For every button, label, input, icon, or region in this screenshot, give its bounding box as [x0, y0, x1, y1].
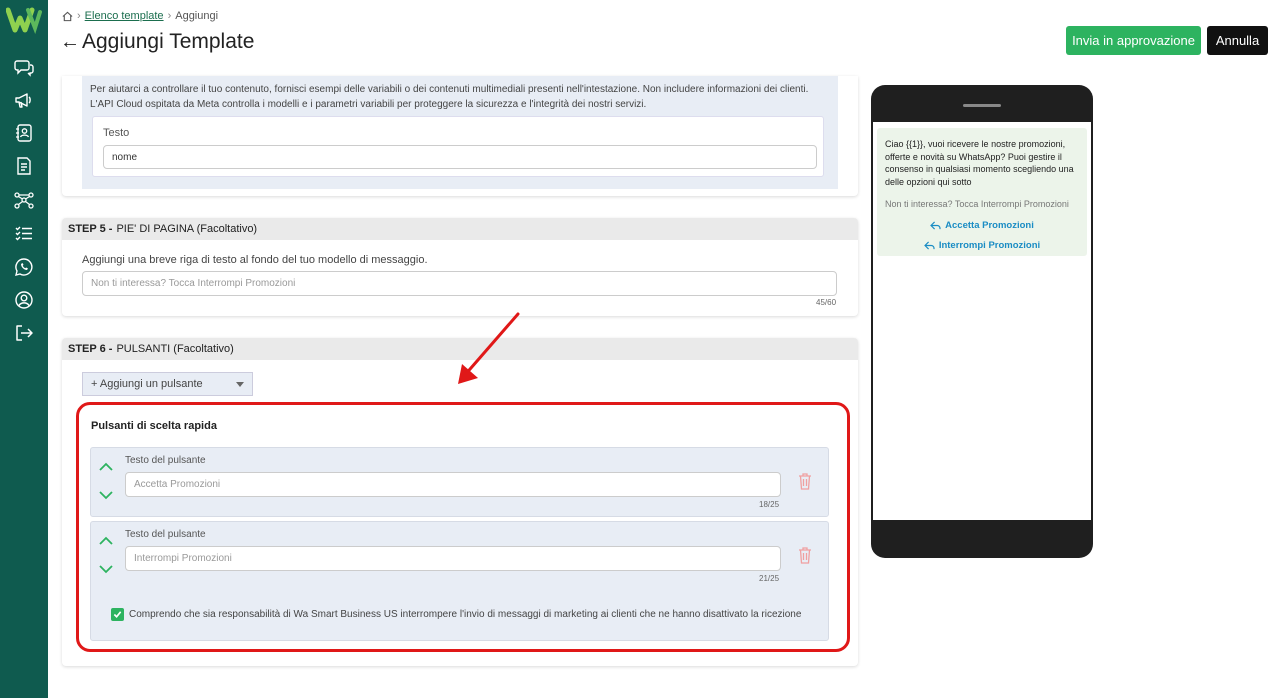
button-text-label: Testo del pulsante: [125, 529, 206, 540]
checklist-icon[interactable]: [12, 221, 36, 245]
add-button-label: + Aggiungi un pulsante: [91, 378, 203, 390]
brand-logo-icon[interactable]: [6, 6, 42, 34]
breadcrumb-current: Aggiungi: [175, 10, 219, 22]
reply-icon: [930, 221, 941, 230]
step5-title: PIE' DI PAGINA (Facoltativo): [116, 223, 258, 235]
phone-preview: Ciao {{1}}, vuoi ricevere le nostre prom…: [871, 85, 1093, 558]
back-arrow-icon[interactable]: ←: [60, 31, 80, 54]
breadcrumb-separator: ›: [167, 10, 172, 22]
message-body: Ciao {{1}}, vuoi ricevere le nostre prom…: [885, 139, 1074, 187]
sidebar: [0, 0, 48, 698]
step6-number: STEP 6 -: [68, 343, 113, 355]
step5-header: STEP 5 - PIE' DI PAGINA (Facoltativo): [62, 218, 858, 240]
chevron-down-icon[interactable]: [99, 490, 113, 500]
step6-title: PULSANTI (Facoltativo): [116, 343, 234, 355]
button-char-counter: 18/25: [759, 500, 780, 509]
step5-description: Aggiungi una breve riga di testo al fond…: [82, 254, 428, 266]
submit-approval-button[interactable]: Invia in approvazione: [1066, 26, 1201, 55]
caret-down-icon: [236, 382, 244, 387]
variables-info-text: Per aiutarci a controllare il tuo conten…: [90, 84, 809, 110]
cancel-button[interactable]: Annulla: [1207, 26, 1268, 55]
variable-sample-input[interactable]: nome: [103, 145, 817, 169]
variables-card: Per aiutarci a controllare il tuo conten…: [62, 76, 858, 196]
breadcrumb-separator: ›: [77, 10, 81, 22]
message-bubble: Ciao {{1}}, vuoi ricevere le nostre prom…: [877, 128, 1087, 256]
consent-checkbox[interactable]: [111, 608, 124, 621]
phone-speaker: [963, 104, 1001, 107]
variables-info-box: Per aiutarci a controllare il tuo conten…: [82, 76, 838, 189]
step5-footer-card: STEP 5 - PIE' DI PAGINA (Facoltativo) Ag…: [62, 218, 858, 316]
app-root: › Elenco template › Aggiungi ← Aggiungi …: [0, 0, 1280, 698]
button-text-label: Testo del pulsante: [125, 455, 206, 466]
page-title-text: Aggiungi Template: [82, 30, 255, 53]
user-icon[interactable]: [12, 288, 36, 312]
footer-char-counter: 45/60: [816, 298, 837, 307]
chat-icon[interactable]: [12, 55, 36, 79]
message-footer: Non ti interessa? Tocca Interrompi Promo…: [885, 199, 1069, 209]
flow-icon[interactable]: [12, 188, 36, 212]
trash-icon[interactable]: [797, 472, 813, 490]
consent-row: Comprendo che sia responsabilità di Wa S…: [111, 608, 801, 621]
chevron-down-icon[interactable]: [99, 564, 113, 574]
preview-quick-reply-label: Interrompi Promozioni: [938, 240, 1041, 251]
chevron-up-icon[interactable]: [99, 462, 113, 472]
home-icon[interactable]: [62, 11, 73, 22]
breadcrumb: › Elenco template › Aggiungi: [62, 10, 218, 22]
consent-text: Comprendo che sia responsabilità di Wa S…: [129, 609, 802, 620]
breadcrumb-link-template-list[interactable]: Elenco template: [85, 10, 164, 22]
trash-icon[interactable]: [797, 546, 813, 564]
reply-icon: [924, 241, 935, 250]
preview-quick-reply: Accetta Promozioni: [877, 220, 1087, 231]
step5-number: STEP 5 -: [68, 223, 113, 235]
megaphone-icon[interactable]: [12, 88, 36, 112]
preview-quick-reply-label: Accetta Promozioni: [945, 220, 1034, 231]
phone-screen: Ciao {{1}}, vuoi ricevere le nostre prom…: [873, 122, 1091, 520]
variable-sample-label: Testo: [103, 127, 130, 139]
button-char-counter: 21/25: [759, 574, 780, 583]
quick-reply-row: Testo del pulsante Interrompi Promozioni…: [90, 521, 829, 641]
page-title: ← Aggiungi Template: [60, 30, 254, 54]
logout-icon[interactable]: [12, 321, 36, 345]
preview-quick-reply: Interrompi Promozioni: [877, 240, 1087, 251]
add-button-dropdown[interactable]: + Aggiungi un pulsante: [82, 372, 253, 396]
quick-reply-title: Pulsanti di scelta rapida: [91, 420, 217, 432]
button-text-input[interactable]: Interrompi Promozioni: [125, 546, 781, 571]
chevron-up-icon[interactable]: [99, 536, 113, 546]
contacts-icon[interactable]: [12, 121, 36, 145]
quick-reply-row: Testo del pulsante Accetta Promozioni 18…: [90, 447, 829, 517]
variable-sample-box: Testo nome: [92, 116, 824, 177]
footer-text-input[interactable]: Non ti interessa? Tocca Interrompi Promo…: [82, 271, 837, 296]
document-icon[interactable]: [12, 154, 36, 178]
quick-reply-section: Pulsanti di scelta rapida Testo del puls…: [76, 402, 850, 652]
check-icon: [113, 611, 122, 618]
annotation-arrow-icon: [458, 312, 520, 384]
whatsapp-icon[interactable]: [12, 255, 36, 279]
button-text-input[interactable]: Accetta Promozioni: [125, 472, 781, 497]
